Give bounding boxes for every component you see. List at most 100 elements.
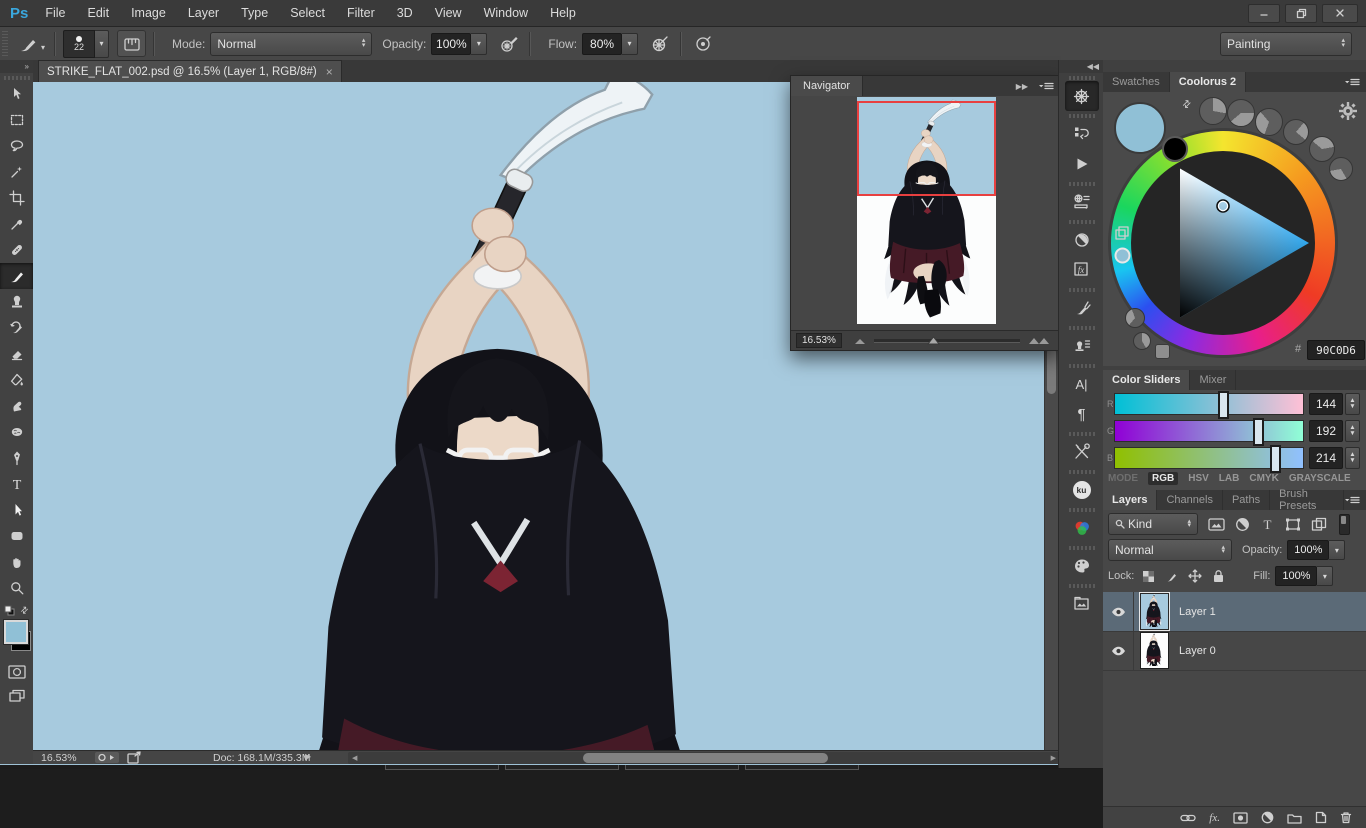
tool-preset-picker[interactable] xyxy=(14,31,41,56)
filter-adjustment-layers-icon[interactable] xyxy=(1235,517,1250,532)
navigator-menu-icon[interactable] xyxy=(1038,80,1054,92)
close-button[interactable] xyxy=(1322,4,1358,23)
layer-0-name[interactable]: Layer 0 xyxy=(1179,645,1216,657)
menu-select[interactable]: Select xyxy=(279,0,336,26)
foreground-color-swatch[interactable] xyxy=(4,620,28,644)
menu-image[interactable]: Image xyxy=(120,0,177,26)
new-adjustment-layer-icon[interactable] xyxy=(1261,811,1274,824)
pressure-opacity-icon[interactable] xyxy=(495,31,522,56)
flow-value[interactable]: 80% xyxy=(582,33,622,55)
lock-pixels-icon[interactable] xyxy=(1165,569,1179,583)
panel-icon-swatch-palette[interactable] xyxy=(1065,551,1099,581)
layer-style-fx-icon[interactable]: fx. xyxy=(1209,812,1220,824)
layer-0-thumbnail[interactable] xyxy=(1140,632,1169,669)
delete-layer-icon[interactable] xyxy=(1340,811,1352,824)
menu-file[interactable]: File xyxy=(34,0,76,26)
coolorus-mode-square[interactable] xyxy=(1155,344,1170,359)
hex-value-field[interactable]: 90C0D6 xyxy=(1307,340,1365,360)
filter-pixel-layers-icon[interactable] xyxy=(1208,517,1225,532)
panel-icon-color[interactable] xyxy=(1065,513,1099,543)
lock-position-icon[interactable] xyxy=(1188,569,1202,583)
panel-icon-navigator[interactable] xyxy=(1065,81,1099,111)
coolorus-swap-icon[interactable]: ⇄ xyxy=(1180,98,1194,112)
horizontal-scrollbar-thumb[interactable] xyxy=(583,753,828,763)
knob-7[interactable] xyxy=(1125,308,1145,328)
lock-all-icon[interactable] xyxy=(1212,569,1225,583)
tool-path-selection[interactable] xyxy=(0,497,33,523)
minimize-button[interactable] xyxy=(1248,4,1280,23)
coolorus-foreground-swatch[interactable] xyxy=(1114,102,1166,154)
default-colors-icon[interactable] xyxy=(4,605,15,616)
layer-fill-caret[interactable]: ▾ xyxy=(1317,566,1333,586)
opacity-value[interactable]: 100% xyxy=(431,33,471,55)
layer-opacity-caret[interactable]: ▾ xyxy=(1329,540,1345,560)
status-arrow-icon[interactable]: ▶ xyxy=(305,752,311,761)
document-tab-close-icon[interactable]: × xyxy=(326,65,333,79)
knob-4[interactable] xyxy=(1283,119,1309,145)
knob-1[interactable] xyxy=(1199,97,1227,125)
coolorus-menu-icon[interactable] xyxy=(1344,76,1360,88)
menu-filter[interactable]: Filter xyxy=(336,0,386,26)
menu-edit[interactable]: Edit xyxy=(77,0,121,26)
zoom-out-icon[interactable] xyxy=(854,337,866,345)
zoom-in-icon[interactable] xyxy=(1028,336,1050,345)
blue-stepper[interactable]: ▲▼ xyxy=(1345,447,1360,469)
flow-caret[interactable]: ▾ xyxy=(622,33,638,55)
tab-swatches[interactable]: Swatches xyxy=(1103,72,1170,92)
tool-clone-stamp[interactable] xyxy=(0,289,33,315)
tool-healing-brush[interactable] xyxy=(0,237,33,263)
blue-slider[interactable] xyxy=(1114,447,1304,469)
quick-mask-button[interactable] xyxy=(0,660,33,684)
mode-grayscale[interactable]: GRAYSCALE xyxy=(1289,473,1351,484)
knob-8[interactable] xyxy=(1133,332,1151,350)
filter-shape-layers-icon[interactable] xyxy=(1285,517,1301,532)
red-value-field[interactable]: 144 xyxy=(1309,393,1343,415)
new-layer-icon[interactable] xyxy=(1315,811,1327,824)
scroll-right-icon[interactable]: ▶ xyxy=(1051,754,1056,762)
layer-1-name[interactable]: Layer 1 xyxy=(1179,606,1216,618)
lock-transparency-icon[interactable] xyxy=(1142,570,1155,583)
tool-type[interactable]: T xyxy=(0,471,33,497)
screen-mode-button[interactable] xyxy=(0,684,33,708)
panel-icon-character[interactable]: A| xyxy=(1065,369,1099,399)
menu-type[interactable]: Type xyxy=(230,0,279,26)
panel-icon-tools[interactable] xyxy=(1065,437,1099,467)
navigator-preview[interactable] xyxy=(791,96,1058,330)
layer-1-visibility-toggle[interactable] xyxy=(1103,592,1134,631)
navigator-tab[interactable]: Navigator xyxy=(791,76,863,96)
layers-menu-icon[interactable] xyxy=(1344,494,1360,506)
menu-window[interactable]: Window xyxy=(473,0,539,26)
strip-expand-chevron[interactable]: ◀◀ xyxy=(1059,60,1104,73)
link-layers-icon[interactable] xyxy=(1180,813,1196,823)
layer-0-visibility-toggle[interactable] xyxy=(1103,631,1134,670)
red-stepper[interactable]: ▲▼ xyxy=(1345,393,1360,415)
tool-move[interactable] xyxy=(0,81,33,107)
coolorus-settings-gear-icon[interactable] xyxy=(1337,100,1359,122)
horizontal-scrollbar[interactable]: ◀ ▶ xyxy=(348,752,1060,764)
panel-icon-clone-source[interactable] xyxy=(1065,331,1099,361)
copy-color-icon[interactable] xyxy=(1115,226,1129,240)
red-slider[interactable] xyxy=(1114,393,1304,415)
menu-view[interactable]: View xyxy=(424,0,473,26)
tool-paint-bucket[interactable] xyxy=(0,367,33,393)
panel-icon-styles[interactable]: fx xyxy=(1065,255,1099,285)
toolbar-collapse-chevron[interactable]: » xyxy=(0,60,33,73)
tool-history-brush[interactable] xyxy=(0,315,33,341)
navigator-zoom-field[interactable]: 16.53% xyxy=(796,333,842,348)
tool-sponge[interactable] xyxy=(0,419,33,445)
tab-brush-presets[interactable]: Brush Presets xyxy=(1270,490,1344,510)
add-mask-icon[interactable] xyxy=(1233,812,1248,824)
panel-icon-actions[interactable] xyxy=(1065,149,1099,179)
layer-blend-mode-select[interactable]: Normal ▴▾ xyxy=(1108,539,1232,561)
saturation-triangle[interactable] xyxy=(1111,131,1335,355)
red-slider-thumb[interactable] xyxy=(1218,391,1229,419)
panel-icon-adjustments[interactable] xyxy=(1065,225,1099,255)
layer-1-thumbnail[interactable] xyxy=(1140,593,1169,630)
menu-3d[interactable]: 3D xyxy=(386,0,424,26)
status-gear-icon[interactable] xyxy=(95,751,121,764)
new-group-icon[interactable] xyxy=(1287,812,1302,824)
green-slider-thumb[interactable] xyxy=(1253,418,1264,446)
tool-rectangular-marquee[interactable] xyxy=(0,107,33,133)
navigator-view-box[interactable] xyxy=(857,101,996,196)
tab-coolorus[interactable]: Coolorus 2 xyxy=(1170,72,1246,92)
